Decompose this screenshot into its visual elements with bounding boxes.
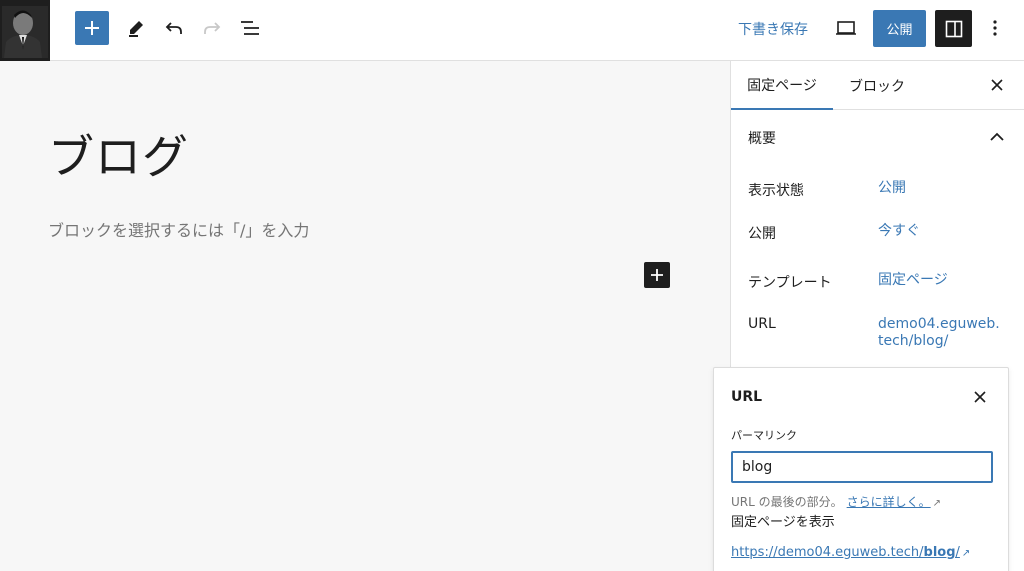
site-logo[interactable]	[0, 0, 50, 61]
publish-label: 公開	[748, 226, 776, 242]
permalink-input[interactable]	[731, 451, 993, 483]
redo-icon	[204, 22, 221, 34]
tab-block[interactable]: ブロック	[849, 61, 905, 110]
permalink-link-suffix: /	[955, 545, 960, 560]
url-popover-title: URL	[731, 389, 763, 405]
permalink-link[interactable]: https://demo04.eguweb.tech/blog/↗	[731, 545, 970, 560]
editor-toolbar: 下書き保存 公開	[0, 0, 1024, 61]
template-value[interactable]: 固定ページ	[878, 272, 948, 289]
url-popover: URL パーマリンク URL の最後の部分。さらに詳しく。↗ 固定ページを表示 …	[713, 367, 1009, 571]
sidebar-tabs: 固定ページ ブロック	[731, 61, 1024, 110]
permalink-link-prefix: https://demo04.eguweb.tech/	[731, 545, 924, 560]
close-icon	[991, 79, 1003, 91]
tab-page[interactable]: 固定ページ	[731, 61, 833, 110]
template-label: テンプレート	[748, 275, 832, 291]
external-link-icon: ↗	[961, 548, 971, 559]
settings-button[interactable]	[935, 10, 972, 47]
chevron-up-icon	[990, 132, 1004, 141]
sidebar-icon	[945, 20, 962, 37]
url-value[interactable]: demo04.eguweb.tech/blog/	[878, 316, 1000, 350]
close-icon	[974, 391, 986, 403]
close-sidebar-button[interactable]	[987, 75, 1007, 95]
visibility-label: 表示状態	[748, 183, 804, 199]
pencil-icon	[129, 21, 143, 37]
permalink-help: URL の最後の部分。 さらに詳しく。 ↗	[731, 493, 941, 510]
block-inserter-button[interactable]	[644, 262, 670, 288]
block-placeholder[interactable]: ブロックを選択するには「/」を入力	[48, 217, 309, 241]
publish-button[interactable]: 公開	[873, 10, 926, 47]
avatar-icon	[2, 6, 48, 58]
plus-icon	[85, 21, 99, 35]
redo-button[interactable]	[200, 16, 224, 40]
add-block-button[interactable]	[75, 11, 109, 45]
tools-button[interactable]	[124, 16, 148, 40]
plus-icon	[651, 269, 663, 281]
external-link-icon: ↗	[932, 498, 942, 509]
publish-date-value[interactable]: 今すぐ	[878, 223, 920, 240]
page-title[interactable]: ブログ	[48, 121, 189, 187]
vertical-ellipsis-icon	[993, 20, 997, 36]
more-options-button[interactable]	[985, 16, 1005, 40]
preview-button[interactable]	[834, 16, 858, 40]
list-view-button[interactable]	[238, 16, 262, 40]
permalink-link-slug: blog	[923, 545, 956, 560]
view-page-label: 固定ページを表示	[731, 515, 835, 530]
close-popover-button[interactable]	[970, 387, 990, 407]
laptop-icon	[836, 21, 856, 35]
permalink-help-text: URL の最後の部分。	[731, 495, 843, 509]
summary-panel-title[interactable]: 概要	[748, 128, 776, 148]
undo-button[interactable]	[162, 16, 186, 40]
visibility-value[interactable]: 公開	[878, 180, 906, 197]
summary-toggle-button[interactable]	[987, 127, 1007, 147]
url-label: URL	[748, 316, 776, 332]
learn-more-link[interactable]: さらに詳しく。	[847, 495, 931, 509]
undo-icon	[165, 22, 182, 34]
editor-canvas: ブログ ブロックを選択するには「/」を入力	[0, 61, 730, 571]
save-draft-button[interactable]: 下書き保存	[738, 19, 808, 39]
list-view-icon	[241, 21, 259, 35]
permalink-label: パーマリンク	[731, 429, 797, 442]
